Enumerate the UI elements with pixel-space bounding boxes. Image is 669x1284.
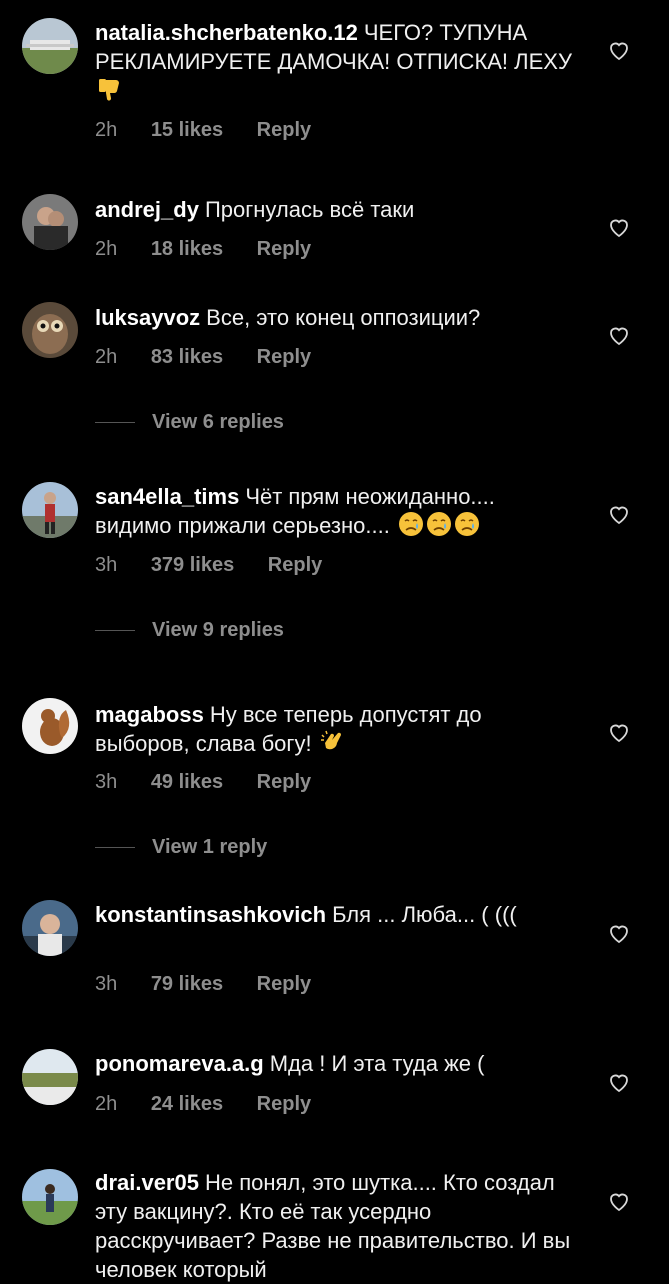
comment-text: ponomareva.a.g Мда ! И эта туда же ( xyxy=(95,1049,575,1078)
comment-time: 2h xyxy=(95,238,118,260)
comment-text: andrej_dy Прогнулась всё таки xyxy=(95,195,575,224)
comment-username[interactable]: san4ella_tims xyxy=(95,484,239,509)
comment-username[interactable]: natalia.shcherbatenko.12 xyxy=(95,20,358,45)
heart-outline-icon[interactable] xyxy=(607,502,631,526)
comment-meta: 2h 24 likes Reply xyxy=(95,1093,311,1116)
comment-time: 2h xyxy=(95,346,118,368)
divider xyxy=(95,630,135,632)
reply-button[interactable]: Reply xyxy=(257,1093,311,1115)
comment-body: Все, это конец оппозиции? xyxy=(206,305,481,330)
heart-outline-icon[interactable] xyxy=(607,323,631,347)
reply-button[interactable]: Reply xyxy=(257,346,311,368)
heart-outline-icon[interactable] xyxy=(607,921,631,945)
avatar[interactable] xyxy=(22,900,78,956)
comment-body: Мда ! И эта туда же ( xyxy=(269,1051,485,1076)
comment-text: natalia.shcherbatenko.12 ЧЕГО? ТУПУНА РЕК… xyxy=(95,18,575,105)
comment-likes[interactable]: 24 likes xyxy=(151,1093,223,1115)
comment-meta: 3h 49 likes Reply xyxy=(95,771,311,794)
comment-meta: 3h 379 likes Reply xyxy=(95,554,322,577)
view-replies-button[interactable]: View 6 replies xyxy=(95,411,284,434)
heart-outline-icon[interactable] xyxy=(607,215,631,239)
crying-face-emoji-icon xyxy=(454,512,479,536)
comment-time: 3h xyxy=(95,554,118,576)
comment-body: Прогнулась всё таки xyxy=(204,197,415,222)
avatar[interactable] xyxy=(22,194,78,250)
comment-time: 2h xyxy=(95,119,118,141)
comment-text: luksayvoz Все, это конец оппозиции? xyxy=(95,303,575,332)
clapping-hands-emoji-icon xyxy=(320,730,341,750)
avatar[interactable] xyxy=(22,482,78,538)
comment-username[interactable]: luksayvoz xyxy=(95,305,200,330)
avatar[interactable] xyxy=(22,1049,78,1105)
comment-username[interactable]: konstantinsashkovich xyxy=(95,902,326,927)
comment-text: magaboss Ну все теперь допустят до выборо… xyxy=(95,700,575,758)
comment-username[interactable]: magaboss xyxy=(95,702,204,727)
reply-button[interactable]: Reply xyxy=(257,771,311,793)
divider xyxy=(95,847,135,849)
comment-likes[interactable]: 379 likes xyxy=(151,554,234,576)
comment-username[interactable]: andrej_dy xyxy=(95,197,199,222)
thumbs-down-emoji-icon xyxy=(99,79,119,101)
comment-text: san4ella_tims Чёт прям неожиданно.... вид… xyxy=(95,482,575,540)
comment-meta: 2h 18 likes Reply xyxy=(95,238,311,261)
reply-button[interactable]: Reply xyxy=(268,554,322,576)
avatar[interactable] xyxy=(22,302,78,358)
view-replies-label[interactable]: View 6 replies xyxy=(152,411,284,433)
reply-button[interactable]: Reply xyxy=(257,119,311,141)
heart-outline-icon[interactable] xyxy=(607,1070,631,1094)
comment-meta: 2h 15 likes Reply xyxy=(95,119,311,142)
comment-time: 2h xyxy=(95,1093,118,1115)
comment-likes[interactable]: 83 likes xyxy=(151,346,223,368)
reply-button[interactable]: Reply xyxy=(257,973,311,995)
comment-text: drai.ver05 Не понял, это шутка.... Кто со… xyxy=(95,1168,575,1284)
avatar[interactable] xyxy=(22,698,78,754)
comment-text: konstantinsashkovich Бля ... Люба... ( ((… xyxy=(95,900,575,929)
crying-face-emoji-icon xyxy=(426,512,451,536)
view-replies-label[interactable]: View 1 reply xyxy=(152,836,267,858)
view-replies-button[interactable]: View 9 replies xyxy=(95,619,284,642)
divider xyxy=(95,422,135,424)
crying-face-emoji-icon xyxy=(398,512,423,536)
comment-body: Бля ... Люба... ( ((( xyxy=(332,902,517,927)
comment-meta: 2h 83 likes Reply xyxy=(95,346,311,369)
comment-likes[interactable]: 79 likes xyxy=(151,973,223,995)
comment-time: 3h xyxy=(95,973,118,995)
view-replies-button[interactable]: View 1 reply xyxy=(95,836,267,859)
comment-meta: 3h 79 likes Reply xyxy=(95,973,311,996)
heart-outline-icon[interactable] xyxy=(607,1189,631,1213)
avatar[interactable] xyxy=(22,1169,78,1225)
comment-time: 3h xyxy=(95,771,118,793)
comment-username[interactable]: ponomareva.a.g xyxy=(95,1051,264,1076)
avatar[interactable] xyxy=(22,18,78,74)
comment-likes[interactable]: 49 likes xyxy=(151,771,223,793)
heart-outline-icon[interactable] xyxy=(607,720,631,744)
view-replies-label[interactable]: View 9 replies xyxy=(152,619,284,641)
comment-likes[interactable]: 18 likes xyxy=(151,238,223,260)
heart-outline-icon[interactable] xyxy=(607,38,631,62)
reply-button[interactable]: Reply xyxy=(257,238,311,260)
comment-username[interactable]: drai.ver05 xyxy=(95,1170,199,1195)
comment-likes[interactable]: 15 likes xyxy=(151,119,223,141)
